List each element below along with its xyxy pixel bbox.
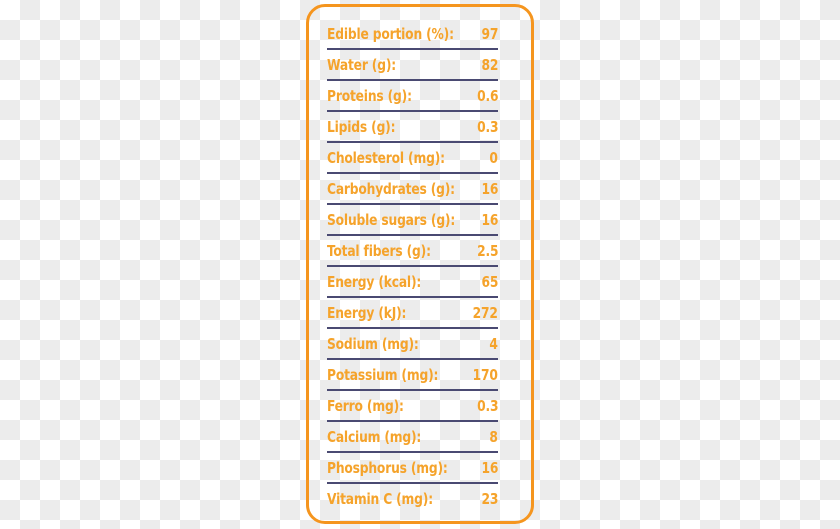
nutrient-value: 0.3: [477, 396, 499, 415]
nutrient-value: 2.5: [477, 241, 499, 260]
nutrient-row: Lipids (g): 0.3: [327, 112, 500, 143]
nutrient-row: Vitamin C (mg): 23: [327, 484, 500, 515]
nutrient-value: 65: [481, 272, 499, 291]
nutrient-row: Energy (kcal): 65: [327, 267, 500, 298]
nutrient-row: Ferro (mg): 0.3: [327, 391, 500, 422]
nutrient-row: Calcium (mg): 8: [327, 422, 500, 453]
nutrient-row: Sodium (mg): 4: [327, 329, 500, 360]
checkerboard-backdrop: Edible portion (%): 97 Water (g): 82 Protein…: [0, 0, 840, 529]
nutrient-value: 16: [481, 210, 499, 229]
nutrient-label: Soluble sugars (g):: [327, 210, 456, 229]
nutrient-row: Cholesterol (mg): 0: [327, 143, 500, 174]
nutrient-label: Carbohydrates (g):: [327, 179, 455, 198]
nutrient-row: Carbohydrates (g): 16: [327, 174, 500, 205]
nutrient-row: Total fibers (g): 2.5: [327, 236, 500, 267]
nutrient-value: 97: [481, 24, 499, 43]
nutrient-label: Calcium (mg):: [327, 427, 422, 446]
nutrient-row: Proteins (g): 0.6: [327, 81, 500, 112]
nutrient-value: 23: [481, 489, 499, 508]
nutrient-label: Vitamin C (mg):: [327, 489, 433, 508]
nutrient-label: Phosphorus (mg):: [327, 458, 448, 477]
nutrient-value: 170: [473, 365, 499, 384]
nutrient-label: Potassium (mg):: [327, 365, 439, 384]
nutrient-label: Sodium (mg):: [327, 334, 419, 353]
nutrient-label: Cholesterol (mg):: [327, 148, 445, 167]
nutrient-label: Lipids (g):: [327, 117, 396, 136]
nutrient-label: Total fibers (g):: [327, 241, 431, 260]
nutrient-value: 82: [481, 55, 499, 74]
nutrition-table: Edible portion (%): 97 Water (g): 82 Protein…: [327, 19, 500, 515]
nutrient-value: 16: [481, 179, 499, 198]
nutrient-value: 0.3: [477, 117, 499, 136]
nutrient-value: 8: [489, 427, 499, 446]
nutrient-label: Edible portion (%):: [327, 24, 454, 43]
nutrient-value: 0.6: [477, 86, 499, 105]
nutrient-value: 272: [473, 303, 499, 322]
nutrient-row: Potassium (mg): 170: [327, 360, 500, 391]
nutrient-row: Energy (kJ): 272: [327, 298, 500, 329]
nutrient-value: 0: [489, 148, 499, 167]
nutrient-label: Ferro (mg):: [327, 396, 404, 415]
nutrient-row: Phosphorus (mg): 16: [327, 453, 500, 484]
nutrient-label: Energy (kcal):: [327, 272, 422, 291]
nutrition-facts-panel: Edible portion (%): 97 Water (g): 82 Protein…: [306, 4, 534, 524]
nutrient-row: Water (g): 82: [327, 50, 500, 81]
nutrient-label: Water (g):: [327, 55, 397, 74]
nutrient-row: Edible portion (%): 97: [327, 19, 500, 50]
nutrient-label: Energy (kJ):: [327, 303, 407, 322]
nutrient-label: Proteins (g):: [327, 86, 412, 105]
nutrient-value: 16: [481, 458, 499, 477]
nutrient-value: 4: [489, 334, 499, 353]
nutrient-row: Soluble sugars (g): 16: [327, 205, 500, 236]
